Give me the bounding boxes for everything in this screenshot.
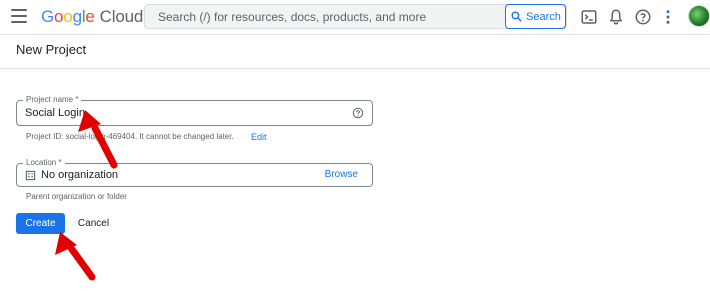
search-button-label: Search xyxy=(526,10,561,23)
browse-button[interactable]: Browse xyxy=(325,169,358,180)
logo-letter: G xyxy=(41,7,55,26)
search-placeholder: Search (/) for resources, docs, products… xyxy=(158,10,427,24)
menu-icon[interactable] xyxy=(11,9,27,23)
search-button[interactable]: Search xyxy=(505,4,566,29)
title-divider xyxy=(0,68,710,69)
notifications-icon[interactable] xyxy=(607,8,625,26)
create-button[interactable]: Create xyxy=(16,213,65,234)
project-id-note: Project ID: social-login-469404. It cann… xyxy=(26,132,234,141)
search-input[interactable]: Search (/) for resources, docs, products… xyxy=(144,4,567,29)
annotation-overlay xyxy=(55,110,118,281)
more-options-icon[interactable] xyxy=(662,8,674,26)
logo-letter: o xyxy=(63,7,73,26)
search-icon xyxy=(511,11,522,22)
logo-letter: g xyxy=(72,7,82,26)
top-bar: Google Cloud Search (/) for resources, do… xyxy=(0,0,710,34)
logo-letter: e xyxy=(85,7,95,26)
project-name-value: Social Login xyxy=(25,107,85,119)
cloud-shell-icon[interactable] xyxy=(580,8,598,26)
header-divider xyxy=(0,34,710,35)
cancel-button[interactable]: Cancel xyxy=(73,213,114,234)
page-title: New Project xyxy=(16,42,87,57)
edit-project-id-link[interactable]: Edit xyxy=(251,132,267,142)
location-label: Location * xyxy=(23,157,65,168)
project-name-label: Project name * xyxy=(23,94,82,105)
logo-letter: o xyxy=(54,7,64,26)
annotation-arrow-create xyxy=(55,232,96,281)
page: Google Cloud Search (/) for resources, do… xyxy=(0,0,710,300)
location-value: No organization xyxy=(41,169,119,181)
question-circle-icon[interactable] xyxy=(352,107,364,119)
avatar[interactable] xyxy=(688,5,710,27)
location-hint: Parent organization or folder xyxy=(26,192,127,201)
building-icon xyxy=(25,170,36,181)
help-icon[interactable] xyxy=(634,8,652,26)
project-name-field[interactable]: Project name * Social Login xyxy=(16,94,373,126)
google-cloud-logo[interactable]: Google Cloud xyxy=(41,7,143,27)
location-field[interactable]: Location * No organization Browse xyxy=(16,157,373,187)
logo-product: Cloud xyxy=(99,7,144,26)
